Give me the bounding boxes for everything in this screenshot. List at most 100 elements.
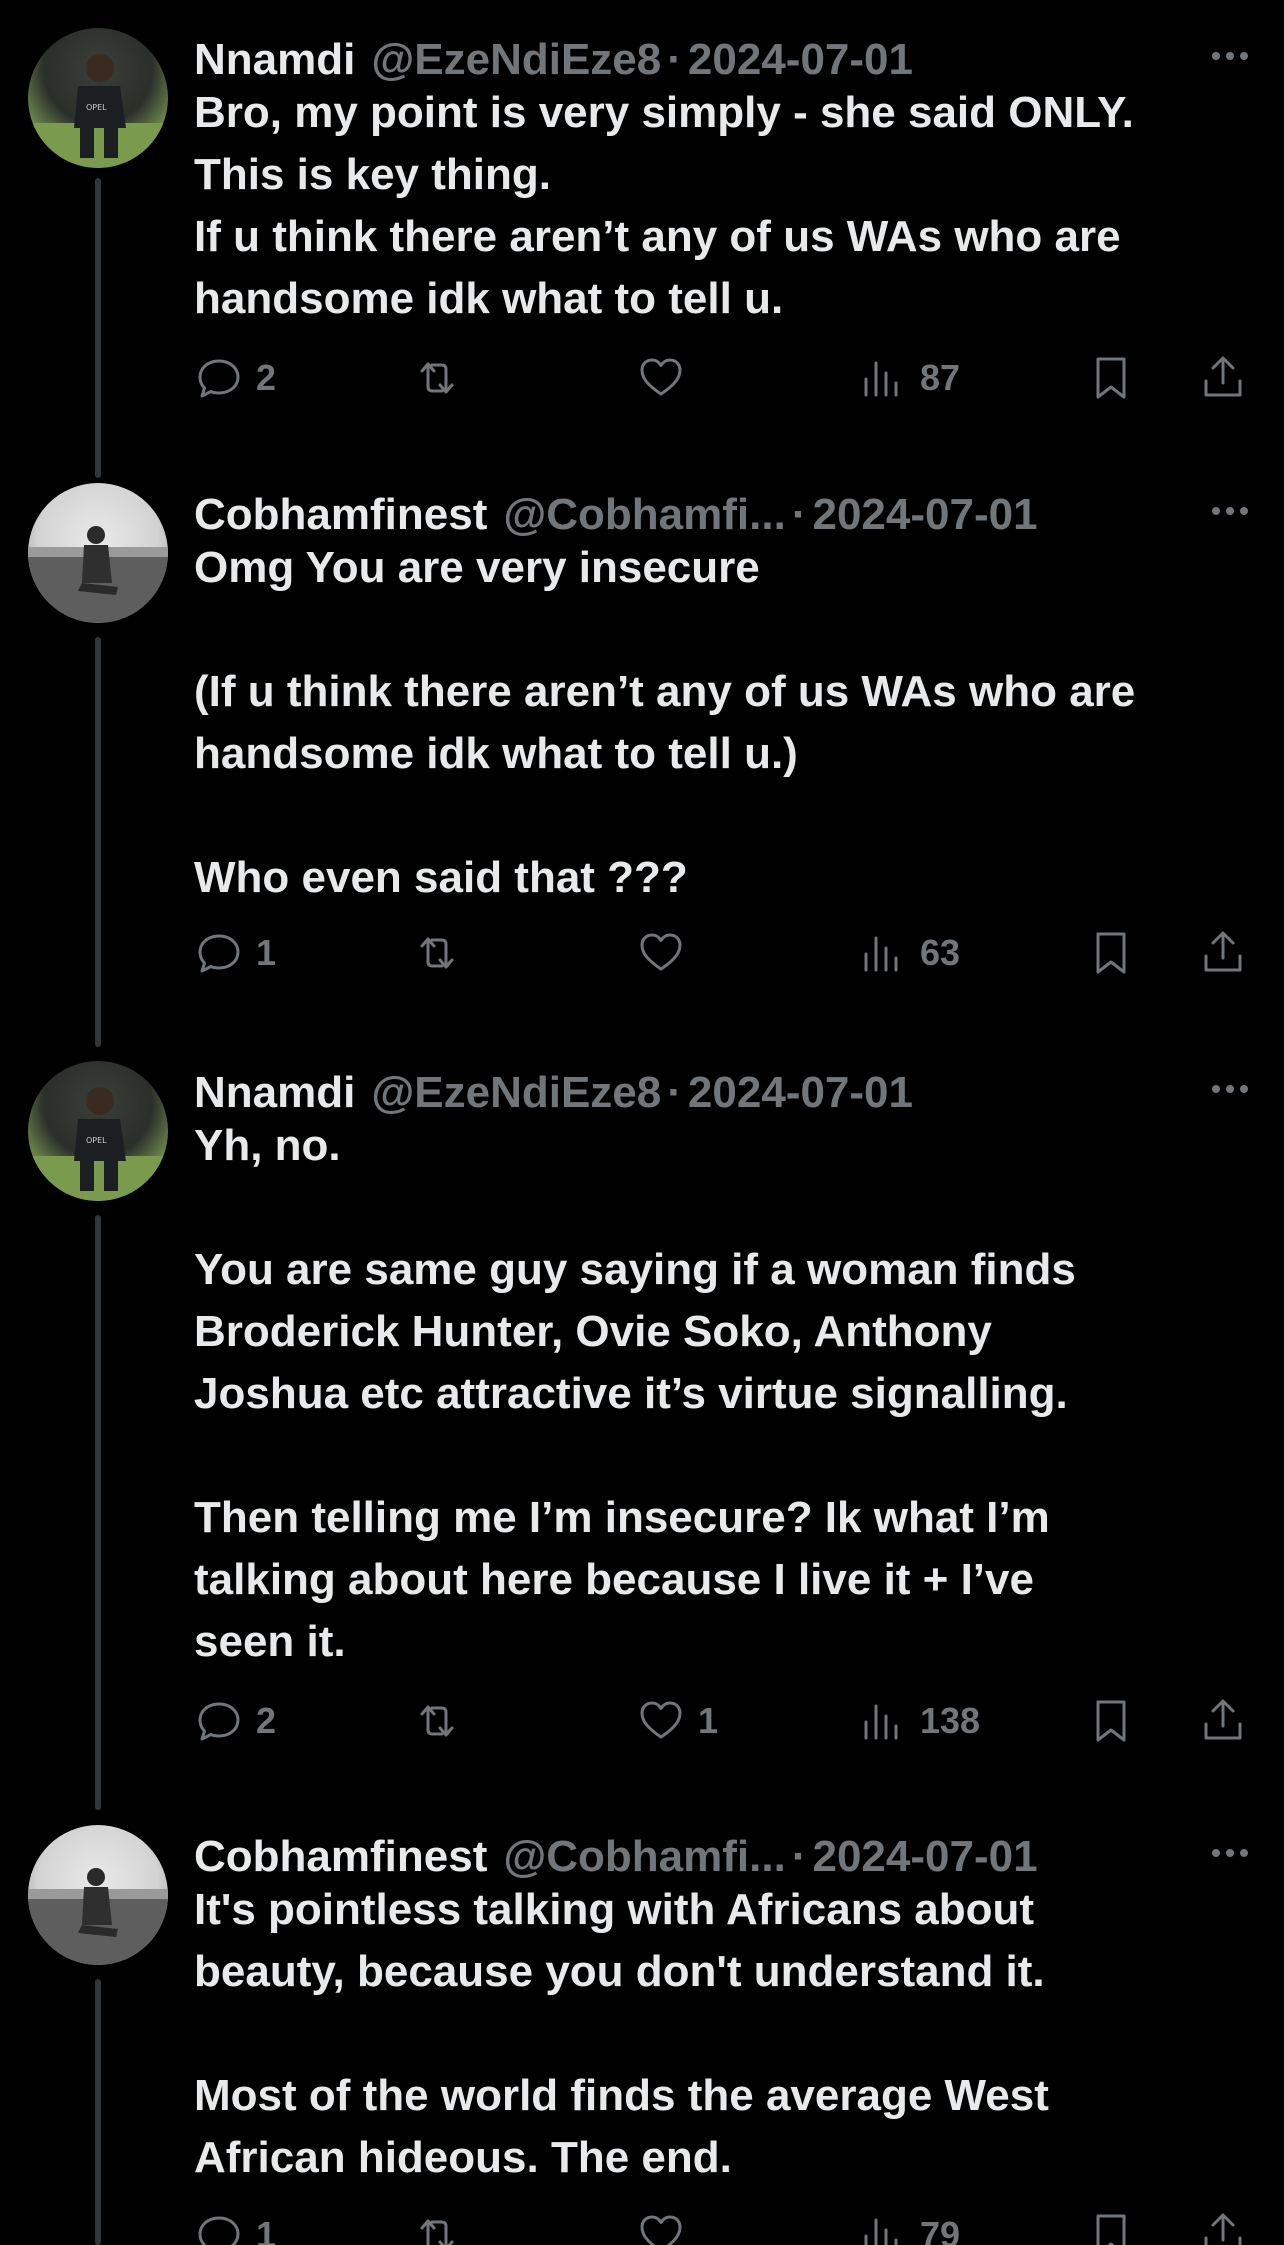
action-bar: 1 79 [194, 2205, 1264, 2245]
views-button[interactable]: 79 [858, 2205, 960, 2245]
like-button[interactable] [636, 923, 698, 983]
bookmark-icon [1096, 2214, 1126, 2245]
tweet-text: Omg You are very insecure (If u think th… [194, 543, 1136, 902]
separator: · [791, 490, 807, 539]
tweet-header: Nnamdi @EzeNdiEze8 · 2024-07-01 [194, 1063, 1260, 1123]
repost-icon [420, 362, 454, 394]
avatar[interactable] [28, 483, 168, 623]
tweet[interactable]: Cobhamfinest @Cobhamfi... · 2024-07-01 I… [0, 1815, 1284, 2245]
thread-line [95, 637, 101, 1047]
more-icon[interactable] [1200, 1069, 1260, 1109]
thread-line [95, 1215, 101, 1810]
author-handle[interactable]: @Cobhamfi... [503, 1832, 785, 1882]
reply-count: 2 [256, 357, 277, 398]
views-button[interactable]: 87 [858, 348, 960, 408]
reply-button[interactable]: 2 [194, 1691, 276, 1751]
views-icon [864, 361, 898, 397]
share-button[interactable] [1198, 348, 1248, 408]
repost-button[interactable] [412, 2205, 474, 2245]
share-icon [1204, 356, 1242, 397]
tweet[interactable]: OPEL Nnamdi @EzeNdiEze8 · 2024-07-01 Yh,… [0, 1051, 1284, 1816]
repost-button[interactable] [412, 348, 474, 408]
views-icon [864, 1704, 898, 1740]
reply-icon [198, 1702, 240, 1741]
reply-icon [198, 2216, 240, 2245]
share-button[interactable] [1198, 923, 1248, 983]
thread-line [95, 178, 101, 478]
views-count: 87 [920, 357, 961, 398]
like-button[interactable] [636, 348, 698, 408]
separator: · [667, 35, 682, 84]
svg-text:OPEL: OPEL [86, 1136, 107, 1145]
views-icon [864, 2218, 898, 2245]
tweet-date[interactable]: 2024-07-01 [688, 1068, 913, 1118]
author-handle[interactable]: @EzeNdiEze8 [371, 35, 661, 85]
more-icon[interactable] [1200, 36, 1260, 76]
tweet-date[interactable]: 2024-07-01 [812, 490, 1037, 540]
thread-line [95, 1979, 101, 2245]
views-icon [864, 936, 898, 972]
like-button[interactable] [636, 2205, 698, 2245]
tweet-date[interactable]: 2024-07-01 [812, 1832, 1037, 1882]
views-count: 63 [920, 932, 961, 973]
author-name[interactable]: Nnamdi [194, 1068, 355, 1118]
bookmark-button[interactable] [1086, 348, 1136, 408]
more-icon[interactable] [1200, 1833, 1260, 1873]
tweet-header: Nnamdi @EzeNdiEze8 · 2024-07-01 [194, 30, 1260, 90]
reply-button[interactable]: 1 [194, 2205, 276, 2245]
heart-icon [640, 933, 682, 971]
avatar[interactable]: OPEL [28, 28, 168, 168]
heart-icon [640, 358, 682, 396]
svg-text:OPEL: OPEL [86, 103, 107, 112]
repost-button[interactable] [412, 1691, 474, 1751]
repost-button[interactable] [412, 923, 474, 983]
tweet[interactable]: OPEL Nnamdi @EzeNdiEze8 · 2024-07-01 Bro… [0, 18, 1284, 478]
views-button[interactable]: 138 [858, 1691, 980, 1751]
heart-icon [640, 1701, 682, 1739]
separator: · [667, 1068, 682, 1117]
more-icon[interactable] [1200, 491, 1260, 531]
like-button[interactable]: 1 [636, 1691, 718, 1751]
avatar[interactable] [28, 1825, 168, 1965]
tweet-text: It's pointless talking with Africans abo… [194, 1885, 1049, 2182]
views-count: 138 [920, 1700, 981, 1741]
author-name[interactable]: Nnamdi [194, 35, 355, 85]
author-name[interactable]: Cobhamfinest [194, 1832, 487, 1882]
bookmark-icon [1096, 357, 1126, 399]
views-count: 79 [920, 2214, 961, 2245]
share-button[interactable] [1198, 2205, 1248, 2245]
tweet-date[interactable]: 2024-07-01 [688, 35, 913, 85]
bookmark-icon [1096, 932, 1126, 974]
heart-icon [640, 2215, 682, 2245]
bookmark-icon [1096, 1700, 1126, 1742]
tweet-header: Cobhamfinest @Cobhamfi... · 2024-07-01 [194, 485, 1260, 545]
tweet[interactable]: Cobhamfinest @Cobhamfi... · 2024-07-01 O… [0, 473, 1284, 1053]
share-button[interactable] [1198, 1691, 1248, 1751]
share-icon [1204, 2213, 1242, 2245]
share-icon [1204, 1699, 1242, 1740]
action-bar: 1 63 [194, 923, 1264, 983]
bookmark-button[interactable] [1086, 1691, 1136, 1751]
separator: · [791, 1832, 807, 1881]
author-name[interactable]: Cobhamfinest [194, 490, 487, 540]
tweet-header: Cobhamfinest @Cobhamfi... · 2024-07-01 [194, 1827, 1260, 1887]
action-bar: 2 87 [194, 348, 1264, 408]
bookmark-button[interactable] [1086, 923, 1136, 983]
like-count: 1 [698, 1700, 719, 1741]
repost-icon [420, 937, 454, 969]
share-icon [1204, 931, 1242, 972]
repost-icon [420, 2219, 454, 2245]
action-bar: 2 1 138 [194, 1691, 1264, 1751]
author-handle[interactable]: @EzeNdiEze8 [371, 1068, 661, 1118]
reply-icon [198, 934, 240, 973]
reply-button[interactable]: 2 [194, 348, 276, 408]
reply-icon [198, 359, 240, 398]
bookmark-button[interactable] [1086, 2205, 1136, 2245]
author-handle[interactable]: @Cobhamfi... [503, 490, 785, 540]
reply-count: 1 [256, 932, 277, 973]
reply-button[interactable]: 1 [194, 923, 276, 983]
reply-count: 1 [256, 2214, 277, 2245]
tweet-text: Bro, my point is very simply - she said … [194, 88, 1134, 323]
views-button[interactable]: 63 [858, 923, 960, 983]
avatar[interactable]: OPEL [28, 1061, 168, 1201]
